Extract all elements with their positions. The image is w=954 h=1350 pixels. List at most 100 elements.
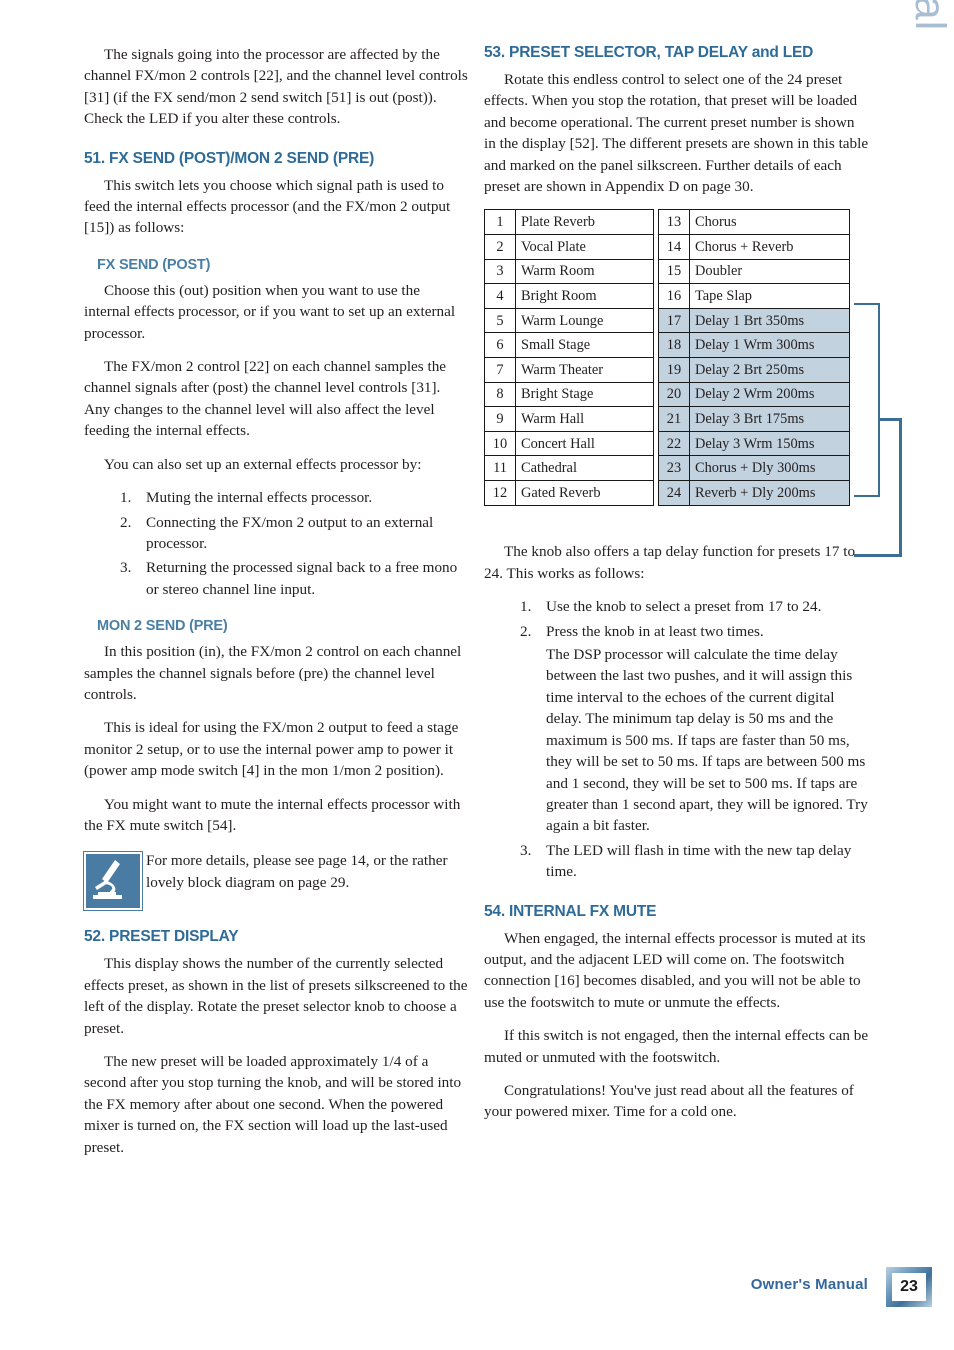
subheading-fx-send-post: FX SEND (POST) (97, 256, 211, 273)
list-item: Returning the processed signal back to a… (84, 557, 469, 600)
preset-name: Delay 1 Wrm 300ms (689, 332, 850, 358)
table-row: 2 Vocal Plate (484, 234, 654, 260)
preset-number: 21 (658, 406, 690, 432)
preset-number: 17 (658, 307, 690, 334)
mon2-send-p3: You might want to mute the internal effe… (84, 795, 461, 834)
preset-name: Cathedral (515, 455, 654, 481)
preset-number: 19 (658, 357, 690, 383)
preset-name: Warm Hall (515, 406, 654, 432)
preset-number: 8 (484, 381, 516, 408)
page-number-badge: 23 (886, 1267, 932, 1307)
preset-tables: 1 Plate Reverb 2 Vocal Plate 3 Warm Room 4 Brig… (484, 209, 880, 527)
microscope-icon (84, 852, 142, 911)
closer-look-callout: A CLOSER LOOK For more details, please s… (84, 837, 469, 911)
closer-look-text: For more details, please see page 14, or… (146, 852, 448, 891)
section-54-p1: When engaged, the internal effects proce… (484, 929, 866, 1011)
section-54-p2: If this switch is not engaged, then the … (484, 1027, 869, 1066)
preset-name: Delay 2 Wrm 200ms (689, 381, 850, 408)
preset-name: Concert Hall (515, 430, 654, 457)
list-item-text: Connecting the FX/mon 2 output to an ext… (146, 513, 434, 552)
side-vertical-title: Owner's Manual (900, 0, 954, 38)
list-item: Use the knob to select a preset from 17 … (484, 596, 869, 618)
tap-delay-bracket (854, 303, 880, 498)
preset-name: Chorus (689, 209, 850, 236)
table-row: 14 Chorus + Reverb (658, 234, 850, 260)
preset-number: 5 (484, 307, 516, 334)
section-heading-54: 54. INTERNAL FX MUTE (484, 902, 657, 920)
preset-table-left: 1 Plate Reverb 2 Vocal Plate 3 Warm Room 4 Brig… (484, 209, 654, 506)
footer-label: Owner's Manual (750, 1276, 868, 1293)
mon2-send-p2: This is ideal for using the FX/mon 2 out… (84, 719, 459, 780)
tap-paragraph: The knob also offers a tap delay functio… (484, 543, 856, 582)
page-footer: Owner's Manual 23 (0, 1267, 954, 1307)
preset-name: Bright Stage (515, 381, 654, 408)
preset-name: Tape Slap (689, 283, 850, 309)
preset-name: Chorus + Dly 300ms (689, 455, 850, 481)
table-row: 3 Warm Room (484, 258, 654, 285)
preset-name: Warm Lounge (515, 307, 654, 334)
intro-paragraph: The signals going into the processor are… (84, 46, 468, 128)
preset-number: 9 (484, 406, 516, 432)
preset-number: 13 (658, 209, 690, 236)
table-row: 18 Delay 1 Wrm 300ms (658, 332, 850, 358)
table-row: 17 Delay 1 Brt 350ms (658, 307, 850, 334)
section-52-p1: This display shows the number of the cur… (84, 955, 468, 1037)
preset-name: Reverb + Dly 200ms (689, 479, 850, 506)
tap-paragraph-wrap: The knob also offers a tap delay functio… (484, 418, 902, 584)
preset-name: Delay 2 Brt 250ms (689, 357, 850, 383)
fx-send-p2: The FX/mon 2 control [22] on each channe… (84, 358, 447, 440)
page-number: 23 (892, 1273, 926, 1301)
table-row: 11 Cathedral (484, 455, 654, 481)
preset-number: 20 (658, 381, 690, 408)
table-row: 1 Plate Reverb (484, 209, 654, 236)
preset-name: Warm Theater (515, 357, 654, 383)
fx-send-p1: Choose this (out) position when you want… (84, 281, 456, 342)
preset-name: Plate Reverb (515, 209, 654, 236)
preset-name: Delay 1 Brt 350ms (689, 307, 850, 334)
list-item: Muting the internal effects processor. (84, 487, 469, 509)
preset-number: 1 (484, 209, 516, 236)
preset-number: 11 (484, 455, 516, 481)
closer-look-badge-text: A CLOSER LOOK (456, 837, 465, 903)
tap-steps-list: Use the knob to select a preset from 17 … (484, 596, 869, 882)
table-row: 9 Warm Hall (484, 406, 654, 432)
section-53-p1: Rotate this endless control to select on… (484, 71, 869, 196)
preset-name: Delay 3 Brt 175ms (689, 406, 850, 432)
section-heading-52: 52. PRESET DISPLAY (84, 928, 239, 946)
preset-name: Warm Room (515, 258, 654, 285)
preset-number: 2 (484, 234, 516, 260)
table-row: 12 Gated Reverb (484, 479, 654, 506)
preset-number: 24 (658, 479, 690, 506)
table-row: 22 Delay 3 Wrm 150ms (658, 430, 850, 457)
list-item: Press the knob in at least two times. Th… (484, 621, 869, 837)
section-heading-53: 53. PRESET SELECTOR, TAP DELAY and LED (484, 44, 814, 61)
fx-send-p3: You can also set up an external effects … (104, 455, 422, 473)
table-row: 24 Reverb + Dly 200ms (658, 479, 850, 506)
subheading-mon2-send-pre: MON 2 SEND (PRE) (97, 618, 228, 635)
list-item-text: Muting the internal effects processor. (146, 489, 373, 507)
table-row: 15 Doubler (658, 258, 850, 285)
table-row: 19 Delay 2 Brt 250ms (658, 357, 850, 383)
preset-number: 4 (484, 283, 516, 309)
left-column: The signals going into the processor are… (84, 44, 469, 1170)
preset-number: 12 (484, 479, 516, 506)
preset-number: 6 (484, 332, 516, 358)
list-item-text: The LED will flash in time with the new … (546, 841, 852, 881)
table-row: 5 Warm Lounge (484, 307, 654, 334)
manual-page: Owner's Manual The signals going into th… (0, 0, 954, 1350)
list-item-text: Use the knob to select a preset from 17 … (546, 598, 822, 616)
list-item-text: Returning the processed signal back to a… (146, 559, 458, 598)
section-51-paragraph: This switch lets you choose which signal… (84, 176, 451, 237)
table-row: 21 Delay 3 Brt 175ms (658, 406, 850, 432)
table-row: 23 Chorus + Dly 300ms (658, 455, 850, 481)
preset-name: Bright Room (515, 283, 654, 309)
preset-number: 7 (484, 357, 516, 383)
list-item: The LED will flash in time with the new … (484, 840, 869, 883)
preset-number: 3 (484, 258, 516, 285)
preset-number: 22 (658, 430, 690, 457)
list-item-text: Press the knob in at least two times. (546, 622, 764, 640)
table-row: 4 Bright Room (484, 283, 654, 309)
list-item-continuation: The DSP processor will calculate the tim… (546, 646, 868, 835)
table-row: 16 Tape Slap (658, 283, 850, 309)
table-row: 7 Warm Theater (484, 357, 654, 383)
